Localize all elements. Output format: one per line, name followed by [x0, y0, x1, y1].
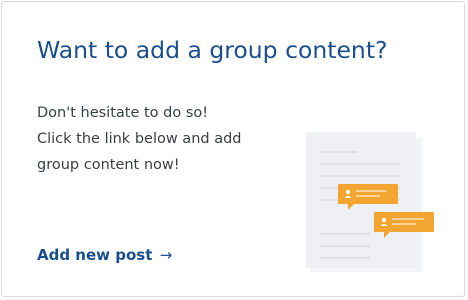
description-line-1: Don't hesitate to do so!: [37, 105, 209, 121]
add-new-post-link[interactable]: Add new post →: [37, 246, 172, 264]
description-line-3: group content now!: [37, 157, 180, 173]
arrow-right-icon: →: [159, 246, 173, 264]
add-new-post-label: Add new post: [37, 246, 153, 264]
card-title: Want to add a group content?: [37, 36, 388, 64]
document-with-comments-icon: [306, 132, 434, 272]
card-description: Don't hesitate to do so! Click the link …: [37, 100, 242, 178]
description-line-2: Click the link below and add: [37, 131, 242, 147]
group-content-card: Want to add a group content? Don't hesit…: [1, 1, 465, 297]
